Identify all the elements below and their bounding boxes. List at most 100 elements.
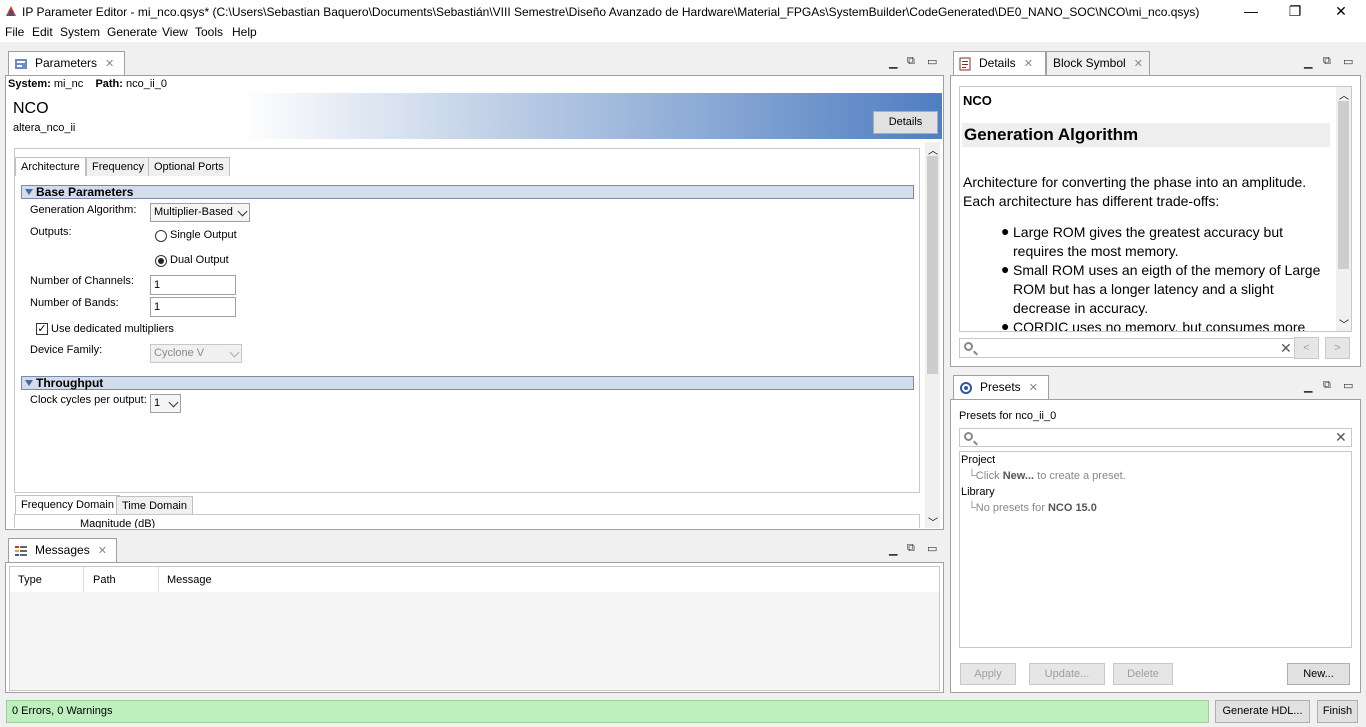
tab-frequency-domain[interactable]: Frequency Domain bbox=[15, 495, 120, 514]
new-preset-button[interactable]: New... bbox=[1287, 663, 1350, 685]
maximize-button[interactable]: ❐ bbox=[1272, 0, 1318, 24]
device-family-select: Cyclone V bbox=[150, 344, 242, 363]
scroll-up-icon[interactable]: ︿ bbox=[1339, 87, 1349, 102]
finish-button[interactable]: Finish bbox=[1317, 700, 1358, 723]
minimize-panel-icon[interactable]: ▁ bbox=[1304, 56, 1312, 69]
generate-hdl-button[interactable]: Generate HDL... bbox=[1215, 700, 1310, 723]
maximize-panel-icon[interactable]: ▭ bbox=[1343, 379, 1353, 392]
menu-system[interactable]: System bbox=[60, 25, 100, 39]
library-node[interactable]: Library bbox=[961, 486, 995, 498]
channels-label: Number of Channels: bbox=[30, 275, 134, 287]
details-heading: Generation Algorithm bbox=[964, 125, 1139, 144]
details-scrollbar[interactable]: ︿ ﹀ bbox=[1336, 87, 1351, 331]
minimize-button[interactable]: — bbox=[1228, 0, 1274, 24]
menu-help[interactable]: Help bbox=[232, 25, 257, 39]
details-button[interactable]: Details bbox=[873, 111, 938, 134]
clear-search-icon[interactable]: ✕ bbox=[1335, 429, 1347, 446]
close-icon[interactable]: ✕ bbox=[1029, 382, 1038, 394]
update-button[interactable]: Update... bbox=[1029, 663, 1105, 685]
close-window-button[interactable]: ✕ bbox=[1318, 0, 1364, 24]
bands-input[interactable]: 1 bbox=[150, 297, 236, 317]
tab-details-label: Details bbox=[979, 56, 1016, 70]
scroll-down-icon[interactable]: ﹀ bbox=[1339, 316, 1349, 331]
menu-view[interactable]: View bbox=[162, 25, 188, 39]
system-path-bar: System: mi_nc Path: nco_ii_0 bbox=[8, 78, 167, 90]
menu-tools[interactable]: Tools bbox=[195, 25, 223, 39]
system-value: mi_nc bbox=[53, 78, 84, 90]
maximize-panel-icon[interactable]: ▭ bbox=[927, 55, 937, 68]
menu-file[interactable]: File bbox=[5, 25, 24, 39]
presets-tree: Project └Click New... to create a preset… bbox=[959, 451, 1352, 648]
float-panel-icon[interactable]: ⧉ bbox=[907, 542, 915, 555]
delete-button[interactable]: Delete bbox=[1113, 663, 1173, 685]
details-paragraph-2: Each architecture has different trade-of… bbox=[963, 193, 1220, 209]
tab-time-domain[interactable]: Time Domain bbox=[116, 496, 193, 515]
project-node[interactable]: Project bbox=[961, 454, 995, 466]
scroll-thumb[interactable] bbox=[1338, 101, 1349, 269]
details-content: NCO Generation Algorithm Architecture fo… bbox=[959, 86, 1352, 332]
float-panel-icon[interactable]: ⧉ bbox=[1323, 55, 1331, 68]
tab-block-symbol[interactable]: Block Symbol ✕ bbox=[1046, 51, 1150, 75]
tab-presets-label: Presets bbox=[980, 380, 1021, 394]
maximize-panel-icon[interactable]: ▭ bbox=[927, 542, 937, 555]
tab-details[interactable]: Details ✕ bbox=[953, 51, 1046, 75]
project-hint-new: New... bbox=[1002, 470, 1035, 482]
close-icon[interactable]: ✕ bbox=[98, 545, 107, 557]
prev-button[interactable]: < bbox=[1294, 337, 1319, 359]
tab-architecture[interactable]: Architecture bbox=[15, 157, 86, 176]
bullet-line: decrease in accuracy. bbox=[1013, 300, 1149, 316]
dual-output-radio[interactable] bbox=[155, 255, 167, 267]
base-parameters-section[interactable]: Base Parameters bbox=[21, 185, 914, 199]
details-search-input[interactable]: ✕ bbox=[959, 338, 1295, 358]
component-title: NCO bbox=[13, 100, 49, 117]
generation-algorithm-select[interactable]: Multiplier-Based bbox=[150, 203, 250, 222]
details-panel: NCO Generation Algorithm Architecture fo… bbox=[950, 75, 1361, 367]
window-title: IP Parameter Editor - mi_nco.qsys* (C:\U… bbox=[22, 5, 1200, 19]
presets-search-input[interactable]: ✕ bbox=[959, 428, 1352, 447]
dedicated-multipliers-checkbox[interactable]: ✓ bbox=[36, 323, 48, 335]
clock-cycles-label: Clock cycles per output: bbox=[30, 394, 147, 406]
tab-optional-ports[interactable]: Optional Ports bbox=[148, 157, 230, 176]
close-icon[interactable]: ✕ bbox=[1134, 58, 1143, 70]
col-type[interactable]: Type bbox=[18, 574, 42, 586]
next-button[interactable]: > bbox=[1325, 337, 1350, 359]
menu-generate[interactable]: Generate bbox=[107, 25, 157, 39]
apply-button[interactable]: Apply bbox=[960, 663, 1016, 685]
minimize-panel-icon[interactable]: ▁ bbox=[1304, 380, 1312, 393]
project-hint-post: to create a preset. bbox=[1034, 470, 1126, 482]
tab-messages[interactable]: Messages ✕ bbox=[8, 538, 117, 562]
bullet-icon: ● bbox=[1001, 261, 1010, 277]
scroll-thumb[interactable] bbox=[927, 156, 938, 374]
clock-cycles-select[interactable]: 1 bbox=[150, 394, 181, 413]
scroll-up-icon[interactable]: ︿ bbox=[928, 142, 938, 157]
tab-presets[interactable]: Presets ✕ bbox=[953, 375, 1049, 399]
float-panel-icon[interactable]: ⧉ bbox=[907, 55, 915, 68]
close-icon[interactable]: ✕ bbox=[105, 58, 114, 70]
single-output-radio[interactable] bbox=[155, 230, 167, 242]
tab-parameters[interactable]: Parameters ✕ bbox=[8, 51, 125, 75]
bullet-line: Small ROM uses an eigth of the memory of… bbox=[1013, 262, 1321, 278]
parameters-panel: System: mi_nc Path: nco_ii_0 NCO altera_… bbox=[5, 75, 944, 530]
scroll-down-icon[interactable]: ﹀ bbox=[928, 514, 938, 529]
details-paragraph-1: Architecture for converting the phase in… bbox=[963, 174, 1307, 190]
throughput-section[interactable]: Throughput bbox=[21, 376, 914, 390]
tab-frequency[interactable]: Frequency bbox=[86, 157, 150, 176]
close-icon[interactable]: ✕ bbox=[1024, 58, 1033, 70]
minimize-panel-icon[interactable]: ▁ bbox=[889, 543, 897, 556]
float-panel-icon[interactable]: ⧉ bbox=[1323, 379, 1331, 392]
col-path[interactable]: Path bbox=[93, 574, 116, 586]
clock-cycles-value: 1 bbox=[154, 397, 161, 409]
clear-search-icon[interactable]: ✕ bbox=[1280, 340, 1292, 357]
generation-algorithm-value: Multiplier-Based bbox=[154, 206, 233, 218]
minimize-panel-icon[interactable]: ▁ bbox=[889, 56, 897, 69]
maximize-panel-icon[interactable]: ▭ bbox=[1343, 55, 1353, 68]
channels-input[interactable]: 1 bbox=[150, 275, 236, 295]
component-header: NCO altera_nco_ii Details bbox=[7, 93, 942, 139]
menu-edit[interactable]: Edit bbox=[32, 25, 53, 39]
messages-panel: Type Path Message bbox=[5, 562, 944, 693]
parameters-scrollbar[interactable]: ︿ ﹀ bbox=[925, 142, 940, 529]
bullet-item: ● Small ROM uses an eigth of the memory o… bbox=[1001, 261, 1325, 318]
col-message[interactable]: Message bbox=[167, 574, 212, 586]
bullet-item: ● CORDIC uses no memory, but consumes mor… bbox=[1001, 318, 1325, 331]
presets-icon bbox=[960, 382, 972, 394]
